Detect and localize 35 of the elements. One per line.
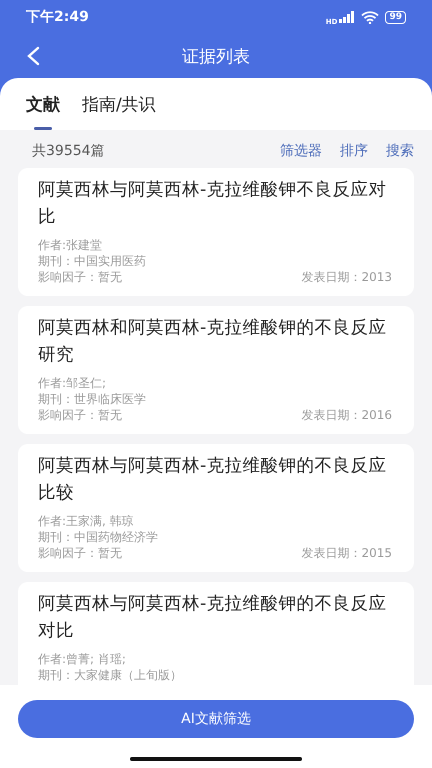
status-time: 下午2:49 (26, 8, 89, 26)
toolbar-link[interactable]: 排序 (340, 142, 368, 160)
battery-level: 99 (385, 10, 406, 24)
impact-factor: 影响因子：暂无 (38, 545, 122, 561)
article-author: 作者:王家满, 韩琼 (38, 513, 135, 529)
article-journal: 期刊：中国药物经济学 (38, 529, 159, 545)
article-journal: 期刊：中国实用医药 (38, 253, 147, 269)
toolbar-link[interactable]: 筛选器 (280, 142, 322, 160)
impact-factor: 影响因子：暂无 (38, 407, 122, 423)
article-card[interactable]: 阿莫西林与阿莫西林-克拉维酸钾不良反应对比 作者:张建堂 期刊：中国实用医药 影响因子：暂无 发表日期：2013 (18, 168, 414, 296)
article-author: 作者:邹圣仁; (38, 375, 108, 391)
article-title: 阿莫西林与阿莫西林-克拉维酸钾不良反应对比 (38, 179, 388, 229)
result-count: 共39554篇 (32, 142, 105, 160)
article-card[interactable]: 阿莫西林与阿莫西林-克拉维酸钾的不良反应比较 作者:王家满, 韩琼 期刊：中国药物经济学 影响因子：暂无 发表日期：2015 (18, 444, 414, 572)
tab[interactable]: 指南/共识 (82, 93, 156, 130)
tab[interactable]: 文献 (26, 93, 60, 130)
page-title: 证据列表 (182, 46, 250, 68)
publish-date: 发表日期：2015 (301, 545, 392, 561)
article-journal: 期刊：大家健康（上旬版） (38, 667, 183, 683)
wifi-icon (361, 10, 380, 24)
article-title: 阿莫西林和阿莫西林-克拉维酸钾的不良反应研究 (38, 317, 388, 367)
article-title: 阿莫西林与阿莫西林-克拉维酸钾的不良反应对比 (38, 593, 388, 643)
signal-icon (339, 11, 356, 23)
publish-date: 发表日期：2013 (301, 269, 392, 285)
article-journal: 期刊：世界临床医学 (38, 391, 147, 407)
article-card[interactable]: 阿莫西林和阿莫西林-克拉维酸钾的不良反应研究 作者:邹圣仁; 期刊：世界临床医学 影响因子：暂无 发表日期：2016 (18, 306, 414, 434)
article-author: 作者:张建堂 (38, 237, 104, 253)
article-card[interactable]: 阿莫西林与阿莫西林-克拉维酸钾的不良反应对比 作者:曾菁; 肖瑶; 期刊：大家健康（上旬版） (18, 582, 414, 685)
ai-filter-button[interactable]: AI文献筛选 (18, 700, 414, 738)
toolbar-link[interactable]: 搜索 (386, 142, 414, 160)
impact-factor: 影响因子：暂无 (38, 269, 122, 285)
article-title: 阿莫西林与阿莫西林-克拉维酸钾的不良反应比较 (38, 455, 388, 505)
back-icon[interactable] (26, 46, 40, 66)
article-author: 作者:曾菁; 肖瑶; (38, 651, 127, 667)
publish-date: 发表日期：2016 (301, 407, 392, 423)
